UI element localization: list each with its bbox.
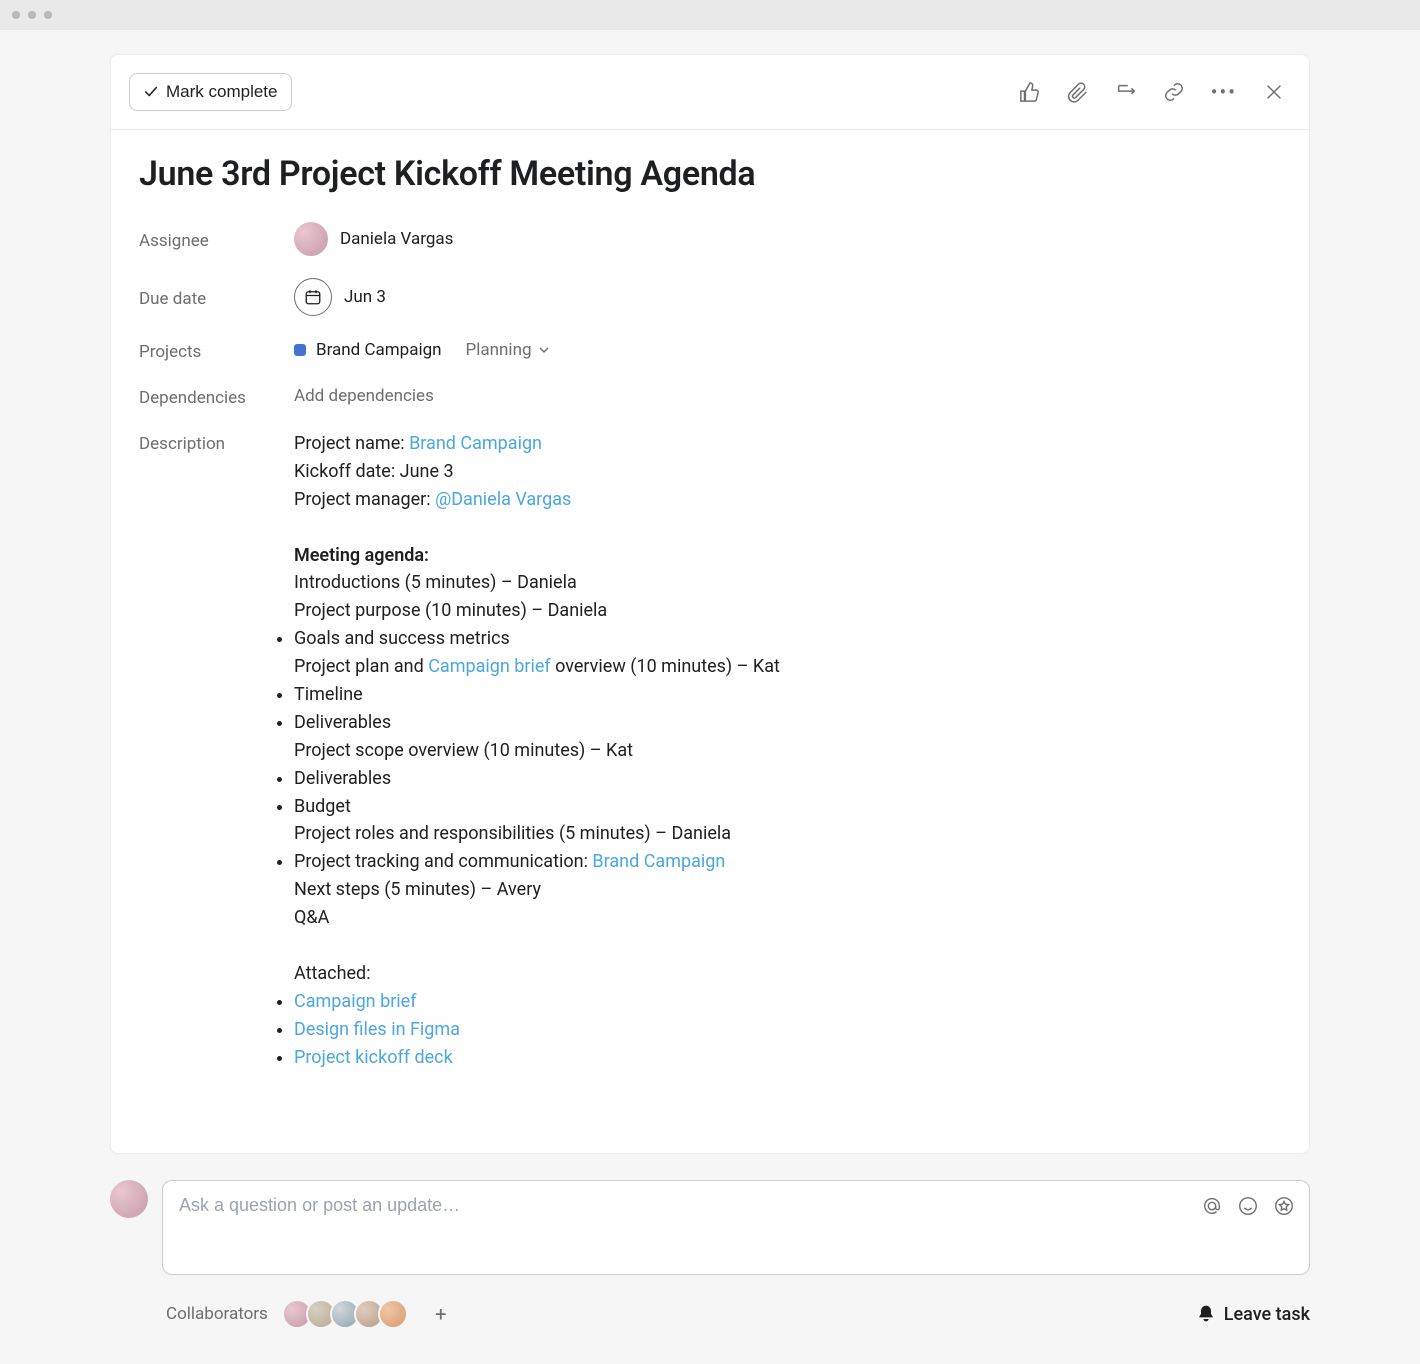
project-color-dot [294, 344, 306, 356]
task-header: Mark complete ••• [111, 55, 1309, 130]
star-icon[interactable] [1273, 1195, 1295, 1217]
emoji-icon[interactable] [1237, 1195, 1259, 1217]
attachment-link[interactable]: Design files in Figma [294, 1019, 460, 1040]
assignee-name: Daniela Vargas [340, 229, 453, 249]
task-title[interactable]: June 3rd Project Kickoff Meeting Agenda [139, 154, 1281, 194]
add-dependencies-button[interactable]: Add dependencies [294, 386, 434, 406]
leave-task-button[interactable]: Leave task [1196, 1304, 1310, 1325]
project-section-dropdown[interactable]: Planning [466, 340, 550, 360]
project-section-label: Planning [466, 340, 532, 360]
due-date-text: Jun 3 [344, 287, 386, 307]
close-icon[interactable] [1263, 81, 1285, 103]
traffic-light [12, 11, 20, 19]
comment-box[interactable] [162, 1180, 1310, 1275]
avatar[interactable] [378, 1299, 408, 1329]
project-link[interactable]: Brand Campaign [592, 851, 725, 872]
task-panel: Mark complete ••• June 3rd Project Kicko… [110, 54, 1310, 1154]
assignee-value[interactable]: Daniela Vargas [294, 222, 453, 256]
project-chip[interactable]: Brand Campaign [294, 340, 442, 360]
attachment-link[interactable]: Project kickoff deck [294, 1047, 453, 1068]
mark-complete-label: Mark complete [166, 82, 277, 102]
dependencies-label: Dependencies [139, 384, 294, 408]
like-icon[interactable] [1019, 81, 1041, 103]
attachment-link[interactable]: Campaign brief [294, 991, 416, 1012]
calendar-icon [294, 278, 332, 316]
header-actions: ••• [1019, 80, 1285, 104]
avatar [294, 222, 328, 256]
due-date-label: Due date [139, 285, 294, 309]
campaign-brief-link[interactable]: Campaign brief [428, 656, 550, 677]
leave-task-label: Leave task [1224, 1304, 1310, 1325]
description-label: Description [139, 430, 294, 454]
collaborators-list [282, 1299, 408, 1329]
description-body[interactable]: Project name: Brand Campaign Kickoff dat… [294, 430, 780, 1071]
window-chrome [0, 0, 1420, 30]
avatar [110, 1180, 148, 1218]
mark-complete-button[interactable]: Mark complete [129, 73, 292, 111]
project-name: Brand Campaign [316, 340, 442, 360]
traffic-light [44, 11, 52, 19]
attachment-icon[interactable] [1067, 81, 1089, 103]
bell-icon [1196, 1304, 1216, 1324]
project-link[interactable]: Brand Campaign [409, 433, 542, 454]
check-icon [144, 85, 158, 99]
link-icon[interactable] [1163, 81, 1185, 103]
collaborators-label: Collaborators [166, 1304, 268, 1324]
more-icon[interactable]: ••• [1211, 80, 1237, 104]
mention-link[interactable]: @Daniela Vargas [435, 489, 571, 510]
comment-input[interactable] [179, 1195, 1293, 1216]
at-mention-icon[interactable] [1201, 1195, 1223, 1217]
subtask-icon[interactable] [1115, 81, 1137, 103]
traffic-light [28, 11, 36, 19]
assignee-label: Assignee [139, 227, 294, 251]
comment-section: Collaborators + Leave task [110, 1168, 1310, 1349]
add-collaborator-button[interactable]: + [428, 1301, 454, 1327]
due-date-value[interactable]: Jun 3 [294, 278, 386, 316]
projects-label: Projects [139, 338, 294, 362]
chevron-down-icon [538, 344, 550, 356]
